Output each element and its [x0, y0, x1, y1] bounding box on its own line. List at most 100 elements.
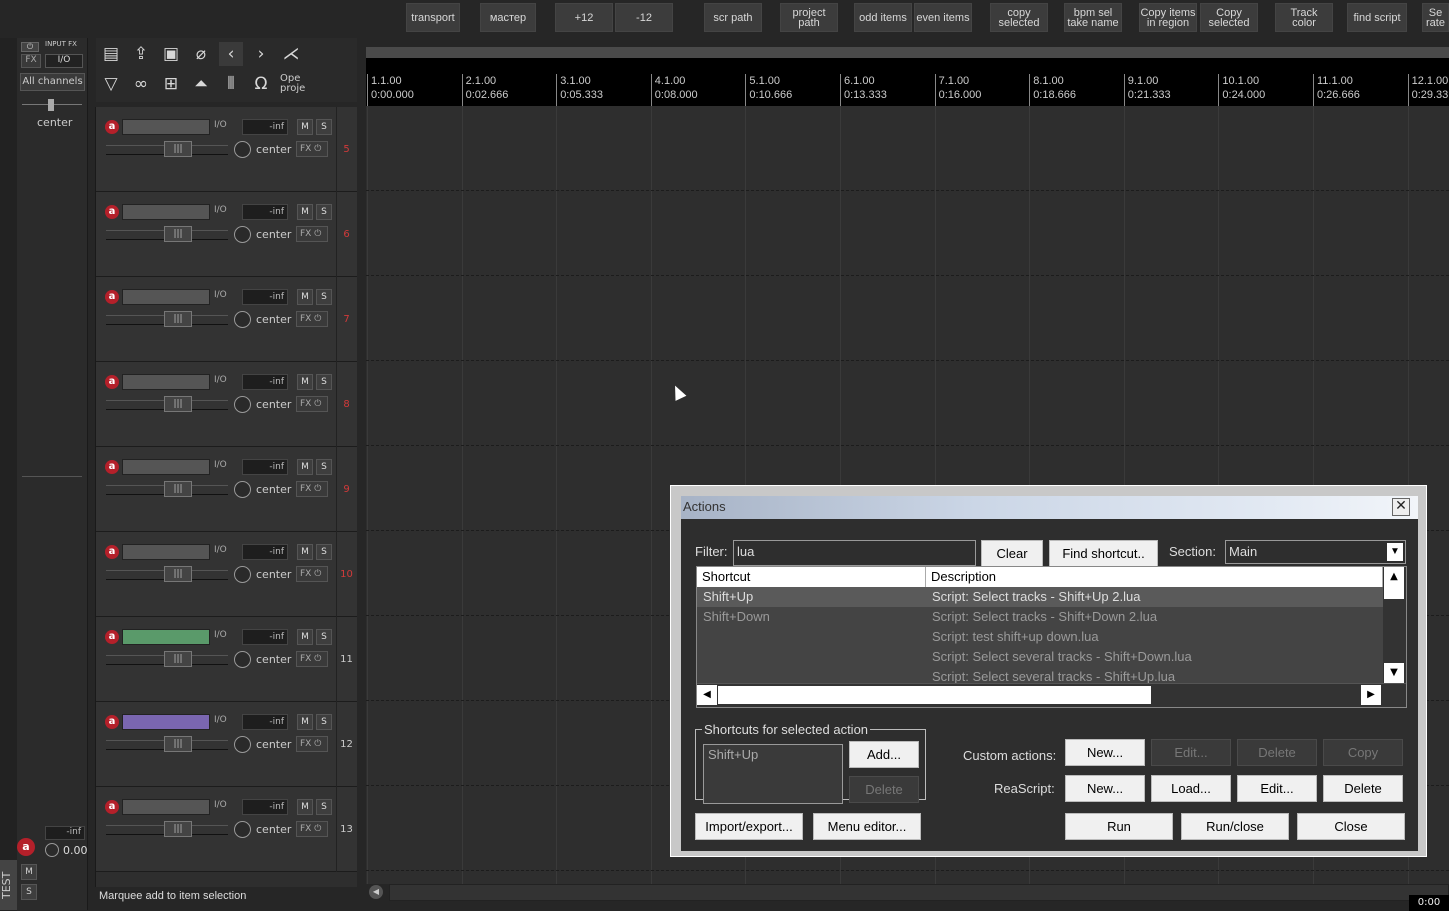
- mute-button[interactable]: M: [297, 459, 313, 475]
- fx-button[interactable]: FX ⏻: [296, 226, 328, 242]
- toolbar-button-1[interactable]: transport: [406, 3, 460, 32]
- pan-knob-icon[interactable]: [234, 736, 251, 753]
- fx-button[interactable]: FX ⏻: [296, 396, 328, 412]
- rec-arm-icon[interactable]: a: [105, 460, 119, 474]
- power-icon[interactable]: ⏻: [314, 399, 321, 409]
- fader-knob[interactable]: |||: [164, 566, 192, 582]
- track-5[interactable]: a I/O -inf M S ||| center FX ⏻ 5: [96, 107, 357, 192]
- open-project-button[interactable]: Ope proje: [280, 74, 305, 94]
- power-icon[interactable]: ⏻: [314, 229, 321, 239]
- track-name-field[interactable]: [122, 119, 210, 135]
- mute-button[interactable]: M: [297, 289, 313, 305]
- power-icon[interactable]: ⏻: [314, 569, 321, 579]
- new-project-icon[interactable]: ▤: [99, 42, 123, 66]
- track-12[interactable]: a I/O -inf M S ||| center FX ⏻ 12: [96, 702, 357, 787]
- find-shortcut-button[interactable]: Find shortcut..: [1049, 540, 1158, 567]
- run-close-button[interactable]: Run/close: [1181, 813, 1289, 840]
- scroll-right-icon[interactable]: ▶: [1361, 685, 1381, 705]
- close-icon[interactable]: ✕: [1392, 498, 1410, 516]
- master-power-icon[interactable]: ⏻: [21, 42, 39, 52]
- rec-arm-icon[interactable]: a: [105, 800, 119, 814]
- time-ruler[interactable]: 1.1.00 0:00.000 2.1.00 0:02.666 3.1.00 0:05.3…: [366, 58, 1449, 106]
- toolbar-button-14[interactable]: find script: [1347, 3, 1407, 32]
- action-row[interactable]: Shift+Down Script: Select tracks - Shift+…: [697, 607, 1383, 627]
- rec-arm-icon[interactable]: a: [105, 375, 119, 389]
- solo-button[interactable]: S: [316, 544, 332, 560]
- fader-knob[interactable]: |||: [164, 311, 192, 327]
- toolbar-button-6[interactable]: project path: [780, 3, 838, 32]
- import-export-button[interactable]: Import/export...: [695, 813, 803, 840]
- add-shortcut-button[interactable]: Add...: [849, 741, 919, 768]
- reascript-new-button[interactable]: New...: [1065, 775, 1145, 802]
- shortcut-list[interactable]: Shift+Up: [703, 744, 843, 804]
- master-io-button[interactable]: I/O: [45, 54, 83, 68]
- pan-knob-icon[interactable]: [234, 141, 251, 158]
- track-name-field[interactable]: [122, 459, 210, 475]
- actions-list[interactable]: Shortcut Description Shift+Up Script: Sel…: [696, 566, 1407, 708]
- fader-knob[interactable]: |||: [164, 821, 192, 837]
- solo-button[interactable]: S: [316, 714, 332, 730]
- action-row[interactable]: Script: Select several tracks - Shift+Do…: [697, 647, 1383, 667]
- power-icon[interactable]: ⏻: [314, 739, 321, 749]
- snap-grid-icon[interactable]: ⦀: [219, 72, 243, 96]
- track-name-field[interactable]: [122, 544, 210, 560]
- magnet-icon[interactable]: Ω: [249, 72, 273, 96]
- io-button[interactable]: I/O: [214, 205, 227, 215]
- custom-delete-button[interactable]: Delete: [1237, 739, 1317, 766]
- io-button[interactable]: I/O: [214, 290, 227, 300]
- toolbar-button-7[interactable]: odd items: [854, 3, 912, 32]
- rec-arm-icon[interactable]: a: [105, 205, 119, 219]
- arrange-hscrollbar[interactable]: [389, 884, 1449, 901]
- fader-knob[interactable]: |||: [164, 651, 192, 667]
- run-button[interactable]: Run: [1065, 813, 1173, 840]
- power-icon[interactable]: ⏻: [314, 484, 321, 494]
- master-vol-knob[interactable]: [45, 843, 59, 857]
- track-11[interactable]: a I/O -inf M S ||| center FX ⏻ 11: [96, 617, 357, 702]
- close-button[interactable]: Close: [1297, 813, 1405, 840]
- action-row[interactable]: Shift+Up Script: Select tracks - Shift+Up…: [697, 587, 1383, 607]
- power-icon[interactable]: ⏻: [314, 654, 321, 664]
- action-row[interactable]: Script: test shift+up down.lua: [697, 627, 1383, 647]
- solo-button[interactable]: S: [316, 629, 332, 645]
- io-button[interactable]: I/O: [214, 460, 227, 470]
- solo-button[interactable]: S: [316, 374, 332, 390]
- mute-button[interactable]: M: [297, 799, 313, 815]
- solo-button[interactable]: S: [316, 799, 332, 815]
- pan-knob-icon[interactable]: [234, 226, 251, 243]
- master-input-fx[interactable]: INPUT FX: [45, 40, 77, 48]
- delete-shortcut-button[interactable]: Delete: [849, 776, 919, 803]
- filter-icon[interactable]: ▽: [99, 72, 123, 96]
- pan-knob-icon[interactable]: [234, 311, 251, 328]
- reascript-delete-button[interactable]: Delete: [1323, 775, 1403, 802]
- filter-input[interactable]: lua: [733, 540, 976, 566]
- grid-icon[interactable]: ⊞: [159, 72, 183, 96]
- custom-copy-button[interactable]: Copy: [1323, 739, 1403, 766]
- save-project-icon[interactable]: ▣: [159, 42, 183, 66]
- toolbar-button-8[interactable]: even items: [914, 3, 972, 32]
- mute-button[interactable]: M: [297, 629, 313, 645]
- rec-arm-icon[interactable]: a: [105, 545, 119, 559]
- toolbar-button-15[interactable]: Se rate: [1422, 3, 1449, 32]
- solo-button[interactable]: S: [316, 119, 332, 135]
- reascript-load-button[interactable]: Load...: [1151, 775, 1231, 802]
- track-13[interactable]: a I/O -inf M S ||| center FX ⏻ 13: [96, 787, 357, 872]
- io-button[interactable]: I/O: [214, 120, 227, 130]
- chevron-down-icon[interactable]: ▼: [1387, 543, 1403, 561]
- envelope-icon[interactable]: ⏶: [189, 72, 213, 96]
- reascript-edit-button[interactable]: Edit...: [1237, 775, 1317, 802]
- solo-button[interactable]: S: [316, 289, 332, 305]
- track-name-field[interactable]: [122, 629, 210, 645]
- toolbar-button-3[interactable]: +12: [555, 3, 613, 32]
- metronome-icon[interactable]: ⋌: [279, 42, 303, 66]
- mute-button[interactable]: M: [297, 374, 313, 390]
- fader-knob[interactable]: |||: [164, 481, 192, 497]
- custom-edit-button[interactable]: Edit...: [1151, 739, 1231, 766]
- rec-arm-icon[interactable]: a: [105, 630, 119, 644]
- master-mute-button[interactable]: M: [21, 864, 37, 880]
- scroll-up-icon[interactable]: ▲: [1384, 567, 1404, 587]
- fx-button[interactable]: FX ⏻: [296, 481, 328, 497]
- toolbar-button-5[interactable]: scr path: [704, 3, 762, 32]
- mute-button[interactable]: M: [297, 119, 313, 135]
- solo-button[interactable]: S: [316, 204, 332, 220]
- pan-knob-icon[interactable]: [234, 821, 251, 838]
